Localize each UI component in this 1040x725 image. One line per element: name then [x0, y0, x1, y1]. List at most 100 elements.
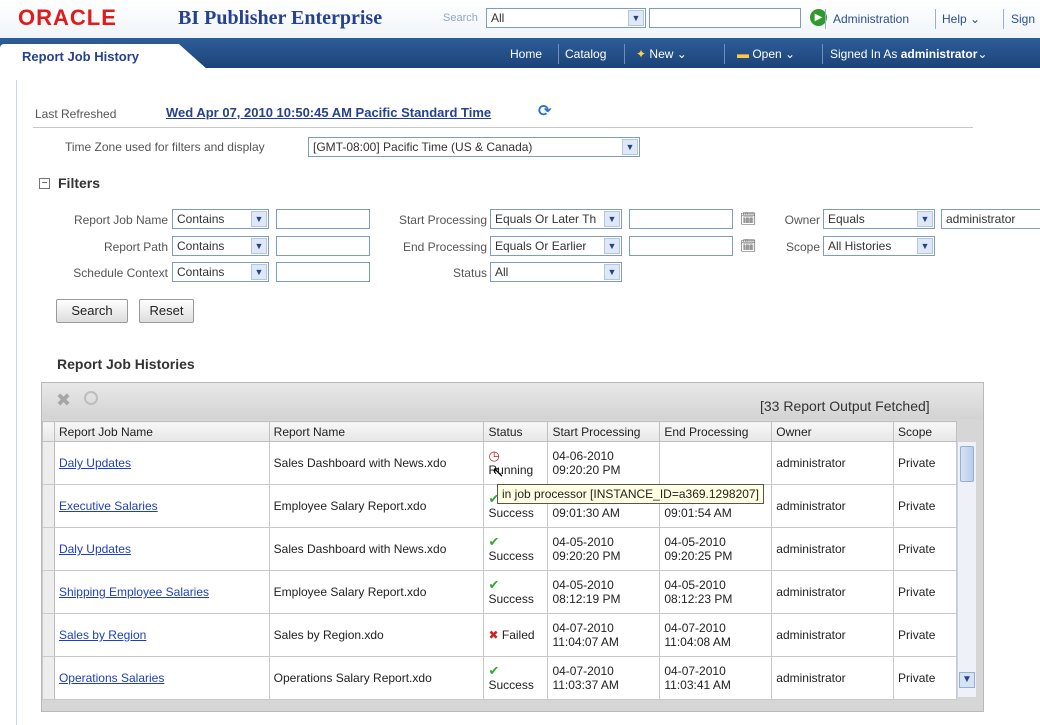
- search-input[interactable]: [649, 8, 801, 28]
- chevron-down-icon[interactable]: ▼: [917, 211, 933, 227]
- schedule-context-operator-select[interactable]: Contains ▼: [172, 262, 269, 282]
- separator: [935, 9, 936, 29]
- chevron-down-icon[interactable]: ▼: [604, 238, 620, 254]
- end-time: 08:12:23 PM: [664, 592, 733, 606]
- column-header-status[interactable]: Status: [483, 421, 549, 442]
- status-text: Success: [488, 549, 534, 563]
- status-select[interactable]: All ▼: [490, 262, 622, 282]
- row-selector[interactable]: [42, 656, 55, 700]
- administration-link[interactable]: Administration: [833, 12, 909, 26]
- report-job-link[interactable]: Sales by Region: [59, 628, 146, 642]
- signed-in-menu[interactable]: Signed In As administrator⌄: [830, 47, 987, 61]
- scope-cell: Private: [893, 484, 957, 528]
- sign-out-link[interactable]: Sign: [1011, 12, 1035, 26]
- open-label: Open: [752, 47, 782, 61]
- column-header-report-name[interactable]: Report Name: [268, 421, 485, 442]
- time-zone-select[interactable]: [GMT-08:00] Pacific Time (US & Canada) ▼: [308, 137, 640, 157]
- search-scope-select[interactable]: All ▼: [486, 8, 646, 28]
- column-header-owner[interactable]: Owner: [771, 421, 895, 442]
- last-refreshed-value: Wed Apr 07, 2010 10:50:45 AM Pacific Sta…: [166, 105, 492, 120]
- column-header-start-processing[interactable]: Start Processing: [547, 421, 661, 442]
- schedule-context-input[interactable]: [276, 262, 370, 282]
- report-path-input[interactable]: [276, 236, 370, 256]
- table-row[interactable]: Shipping Employee Salaries Employee Sala…: [42, 570, 957, 614]
- open-menu[interactable]: ▬ Open ⌄: [737, 47, 795, 61]
- report-job-name-cell[interactable]: Executive Salaries: [53, 484, 270, 528]
- row-selector[interactable]: [42, 613, 55, 657]
- start-processing-cell: 04-07-2010 11:03:37 AM: [547, 656, 661, 700]
- calendar-icon[interactable]: 🗓: [740, 238, 757, 254]
- search-scope-value: All: [491, 11, 505, 25]
- folder-icon: ▬: [737, 47, 749, 61]
- owner-cell: administrator: [771, 527, 895, 571]
- end-processing-cell: [659, 441, 773, 485]
- report-job-name-cell[interactable]: Shipping Employee Salaries: [53, 570, 270, 614]
- start-processing-operator-select[interactable]: Equals Or Later Th ▼: [490, 209, 622, 229]
- row-selector[interactable]: [42, 570, 55, 614]
- chevron-down-icon[interactable]: ▼: [251, 264, 267, 280]
- search-button[interactable]: Search: [56, 299, 128, 323]
- column-header-scope[interactable]: Scope: [893, 421, 957, 442]
- table-row[interactable]: Operations Salaries Operations Salary Re…: [42, 656, 957, 700]
- end-processing-cell: 04-07-2010 11:04:08 AM: [659, 613, 773, 657]
- new-menu[interactable]: ✦ New ⌄: [636, 47, 687, 61]
- end-processing-operator-value: Equals Or Earlier: [495, 239, 587, 253]
- status-tooltip: in job processor [INSTANCE_ID=a369.12982…: [497, 484, 764, 504]
- report-path-label: Report Path: [103, 240, 168, 254]
- report-job-name-input[interactable]: [276, 209, 370, 229]
- report-path-operator-select[interactable]: Contains ▼: [172, 236, 269, 256]
- chevron-down-icon[interactable]: ▼: [251, 211, 267, 227]
- end-processing-operator-select[interactable]: Equals Or Earlier ▼: [490, 236, 622, 256]
- report-job-histories-heading: Report Job Histories: [57, 356, 195, 372]
- start-processing-date-input[interactable]: [629, 209, 733, 229]
- report-job-name-cell[interactable]: Daly Updates: [53, 441, 270, 485]
- chevron-down-icon[interactable]: ▼: [251, 238, 267, 254]
- owner-cell: administrator: [771, 570, 895, 614]
- report-job-name-cell[interactable]: Daly Updates: [53, 527, 270, 571]
- home-link[interactable]: Home: [510, 47, 542, 61]
- report-job-link[interactable]: Shipping Employee Salaries: [59, 585, 209, 599]
- end-processing-date-input[interactable]: [629, 236, 733, 256]
- chevron-down-icon[interactable]: ▼: [917, 238, 933, 254]
- report-job-link[interactable]: Daly Updates: [59, 542, 131, 556]
- row-selector[interactable]: [42, 484, 55, 528]
- table-row[interactable]: Daly Updates Sales Dashboard with News.x…: [42, 527, 957, 571]
- delete-icon[interactable]: ✖: [56, 390, 71, 411]
- end-time: 09:20:25 PM: [664, 549, 733, 563]
- table-row[interactable]: Sales by Region Sales by Region.xdo ✖ Fa…: [42, 613, 957, 657]
- owner-operator-select[interactable]: Equals ▼: [823, 209, 935, 229]
- chevron-down-icon[interactable]: ▼: [604, 264, 620, 280]
- collapse-icon[interactable]: −: [39, 178, 50, 189]
- chevron-down-icon: ⌄: [676, 47, 687, 61]
- scrollbar-thumb[interactable]: [960, 446, 974, 482]
- catalog-link[interactable]: Catalog: [565, 47, 606, 61]
- calendar-icon[interactable]: 🗓: [740, 211, 757, 227]
- column-header-end-processing[interactable]: End Processing: [659, 421, 773, 442]
- tab-report-job-history[interactable]: Report Job History: [0, 44, 208, 70]
- report-job-name-operator-select[interactable]: Contains ▼: [172, 209, 269, 229]
- chevron-down-icon[interactable]: ▼: [622, 139, 638, 155]
- owner-input[interactable]: administrator: [941, 209, 1040, 229]
- refresh-icon[interactable]: ⟳: [538, 101, 558, 120]
- column-header-report-job-name[interactable]: Report Job Name: [53, 421, 270, 442]
- row-selector[interactable]: [42, 441, 55, 485]
- report-job-link[interactable]: Daly Updates: [59, 456, 131, 470]
- report-job-name-cell[interactable]: Sales by Region: [53, 613, 270, 657]
- report-job-link[interactable]: Operations Salaries: [59, 671, 164, 685]
- end-time: 11:03:41 AM: [664, 678, 731, 692]
- end-date: 04-05-2010: [664, 578, 726, 592]
- schedule-context-operator-value: Contains: [177, 265, 225, 279]
- scroll-down-icon[interactable]: ▼: [959, 672, 975, 688]
- help-menu[interactable]: Help ⌄: [942, 12, 980, 26]
- mouse-pointer-icon: ↖: [492, 464, 505, 481]
- reset-button[interactable]: Reset: [139, 299, 194, 323]
- report-job-link[interactable]: Executive Salaries: [59, 499, 158, 513]
- check-icon: ✔: [488, 577, 500, 592]
- cancel-job-icon[interactable]: [84, 391, 98, 405]
- report-job-name-cell[interactable]: Operations Salaries: [53, 656, 270, 700]
- status-cell: ✔ Success: [483, 570, 549, 614]
- scope-select[interactable]: All Histories ▼: [823, 236, 935, 256]
- chevron-down-icon[interactable]: ▼: [628, 10, 644, 26]
- row-selector[interactable]: [42, 527, 55, 571]
- chevron-down-icon[interactable]: ▼: [604, 211, 620, 227]
